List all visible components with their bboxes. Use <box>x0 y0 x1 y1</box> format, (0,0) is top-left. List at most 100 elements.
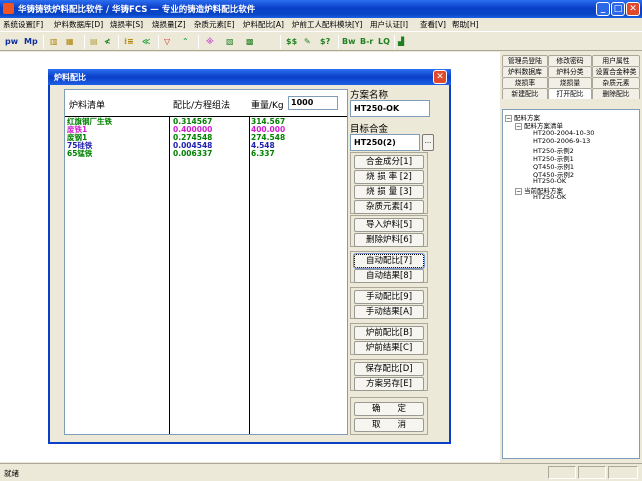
menu-material-db[interactable]: 炉料数据库[D] <box>54 19 103 30</box>
impurity-button[interactable]: 杂质元素[4] <box>354 200 424 214</box>
row-ratio[interactable]: 0.314567 <box>173 118 212 126</box>
row-material-name[interactable]: 废钢1 <box>67 134 87 142</box>
auto-ratio-button[interactable]: 自动配比[7] <box>353 253 425 269</box>
grid-icon[interactable]: ▤ <box>90 35 98 49</box>
cancel-button[interactable]: 取 消 <box>354 418 424 432</box>
menu-impurity[interactable]: 杂质元素[E] <box>194 19 235 30</box>
sort-icon[interactable]: ≮ <box>104 35 111 49</box>
pre-furnace-ratio-button[interactable]: 炉前配比[B] <box>354 326 424 340</box>
tool-b-r[interactable]: B-r <box>360 35 373 49</box>
status-panel <box>548 466 576 479</box>
import-material-button[interactable]: 导入炉料[5] <box>354 218 424 232</box>
tool-dollar-query[interactable]: $? <box>320 35 330 49</box>
tab-material-db[interactable]: 炉料数据库 <box>502 66 548 77</box>
row-material-name[interactable]: 红旗钢厂生铁 <box>67 118 112 126</box>
tab-impurity[interactable]: 杂质元素 <box>592 77 640 88</box>
pre-furnace-result-button[interactable]: 炉前结果[C] <box>354 341 424 355</box>
menu-view[interactable]: 查看[V] <box>420 19 446 30</box>
row-weight[interactable]: 4.548 <box>251 142 275 150</box>
tab-open-ratio[interactable]: 打开配比 <box>548 88 592 99</box>
material-button-group: 导入炉料[5] 删除炉料[6] <box>350 215 428 247</box>
row-material-name[interactable]: 废铁1 <box>67 126 87 134</box>
tab-new-ratio[interactable]: 新建配比 <box>502 88 548 99</box>
delete-material-button[interactable]: 删除炉料[6] <box>354 233 424 247</box>
save-ratio-button[interactable]: 保存配比[D] <box>354 362 424 376</box>
tab-burn-rate[interactable]: 烧损率 <box>502 77 548 88</box>
row-weight[interactable]: 314.567 <box>251 118 285 126</box>
menu-burn-rate[interactable]: 烧损率[S] <box>110 19 143 30</box>
menu-system-settings[interactable]: 系统设置[F] <box>3 19 43 30</box>
column-divider <box>169 116 170 434</box>
row-weight[interactable]: 400.000 <box>251 126 285 134</box>
tool-bw[interactable]: Bw <box>342 35 356 49</box>
menu-ratio[interactable]: 炉料配比[A] <box>243 19 284 30</box>
tree-item[interactable]: HT200-2006-9-13 <box>533 137 590 145</box>
row-weight[interactable]: 6.337 <box>251 150 275 158</box>
toolbar-separator <box>338 35 339 49</box>
tab-delete-ratio[interactable]: 删除配比 <box>592 88 640 99</box>
tab-alloy-types[interactable]: 设置合金种类 <box>592 66 640 77</box>
collapse-icon[interactable]: − <box>515 188 522 195</box>
window-titlebar: 华铸铸铁炉料配比软件 / 华铸FCS — 专业的铸造炉料配比软件 _ □ ✕ <box>0 0 642 18</box>
auto-button-group: 自动配比[7] 自动结果[8] <box>350 251 428 283</box>
material-table: 炉料清单 配比/方程组法 重量/Kg 1000 红旗钢厂生铁 0.314567 … <box>64 89 348 435</box>
tab-burn-amount[interactable]: 烧损量 <box>548 77 592 88</box>
tree-item[interactable]: HT250-OK <box>533 177 566 185</box>
up-arrows-icon[interactable]: ⌃ <box>182 35 189 49</box>
auto-result-button[interactable]: 自动结果[8] <box>354 269 424 283</box>
burn-rate-button[interactable]: 烧 损 率 [2] <box>354 170 424 184</box>
menu-user-auth[interactable]: 用户认证[I] <box>370 19 408 30</box>
tool-dollar[interactable]: $$ <box>286 35 297 49</box>
ok-button[interactable]: 确 定 <box>354 402 424 416</box>
layout-icon[interactable]: ▥ <box>50 35 58 49</box>
tree-item[interactable]: HT250-OK <box>533 193 566 201</box>
minimize-button[interactable]: _ <box>596 2 610 16</box>
tool-mp[interactable]: Mp <box>24 35 38 49</box>
tab-user-attributes[interactable]: 用户属性 <box>592 55 640 66</box>
row-material-name[interactable]: 65锰铁 <box>67 150 92 158</box>
menu-burn-amount[interactable]: 烧损量[Z] <box>152 19 186 30</box>
save-as-button[interactable]: 方案另存[E] <box>354 377 424 391</box>
tab-admin-login[interactable]: 管理员登陆 <box>502 55 548 66</box>
tool-pw[interactable]: pw <box>5 35 18 49</box>
tab-material-category[interactable]: 炉料分类 <box>548 66 592 77</box>
menu-worker-module[interactable]: 炉前工人配料模块[Y] <box>292 19 362 30</box>
chart-grid-icon[interactable]: ▩ <box>246 35 254 49</box>
close-button[interactable]: ✕ <box>626 2 640 16</box>
bar-chart-icon[interactable]: ▟ <box>398 35 404 49</box>
material-icon[interactable]: ▦ <box>66 35 74 49</box>
bars-icon[interactable]: ⁞≡ <box>124 35 134 49</box>
maximize-button[interactable]: □ <box>611 2 625 16</box>
table-icon[interactable]: ▧ <box>226 35 234 49</box>
row-weight[interactable]: 274.548 <box>251 134 285 142</box>
manual-button-group: 手动配比[9] 手动结果[A] <box>350 287 428 319</box>
total-weight-input[interactable]: 1000 <box>288 96 338 110</box>
menu-help[interactable]: 帮助[H] <box>452 19 479 30</box>
target-alloy-label: 目标合金 <box>350 124 389 135</box>
target-alloy-input[interactable]: HT250(2) <box>350 134 420 151</box>
manual-ratio-button[interactable]: 手动配比[9] <box>354 290 424 304</box>
status-panel <box>578 466 606 479</box>
confirm-button-group: 确 定 取 消 <box>350 397 428 435</box>
row-ratio[interactable]: 0.006337 <box>173 150 212 158</box>
tab-change-password[interactable]: 修改密码 <box>548 55 592 66</box>
collapse-icon[interactable]: − <box>505 115 512 122</box>
manual-result-button[interactable]: 手动结果[A] <box>354 305 424 319</box>
alloy-browse-button[interactable]: ... <box>422 134 434 151</box>
burn-amount-button[interactable]: 烧 损 量 [3] <box>354 185 424 199</box>
collapse-icon[interactable]: − <box>515 123 522 130</box>
pen-icon[interactable]: ✎ <box>304 35 311 49</box>
tool-lq[interactable]: LQ <box>378 35 390 49</box>
row-ratio[interactable]: 0.400000 <box>173 126 212 134</box>
dots-icon[interactable]: ※ <box>206 35 214 49</box>
header-weight: 重量/Kg <box>251 101 284 111</box>
arrows-icon[interactable]: ≪ <box>142 35 150 49</box>
funnel-icon[interactable]: ▽ <box>164 35 170 49</box>
row-ratio[interactable]: 0.004548 <box>173 142 212 150</box>
row-material-name[interactable]: 75硅铁 <box>67 142 92 150</box>
row-ratio[interactable]: 0.274548 <box>173 134 212 142</box>
tree-item[interactable]: HT200-2004-10-30 <box>533 129 594 137</box>
scheme-name-input[interactable]: HT250-OK <box>350 100 430 117</box>
composition-button[interactable]: 合金成分[1] <box>354 155 424 169</box>
dialog-close-button[interactable]: ✕ <box>433 70 447 84</box>
